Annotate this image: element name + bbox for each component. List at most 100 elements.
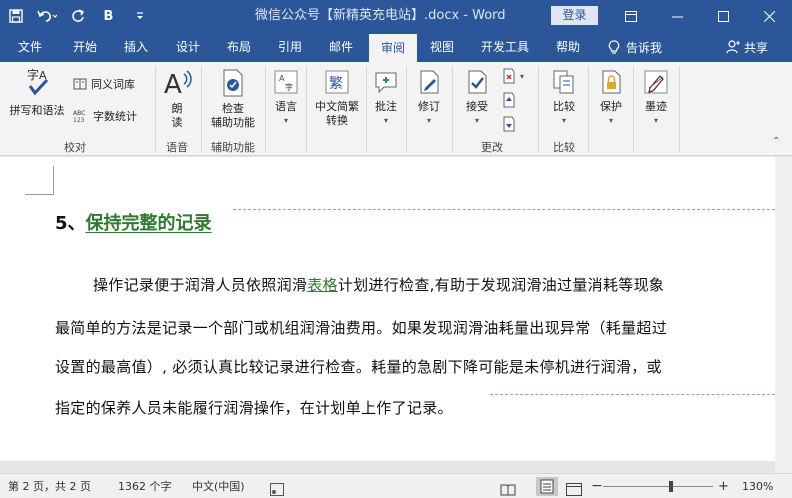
language-status[interactable]: 中文(中国): [192, 474, 245, 498]
comments-label: 批注: [375, 100, 397, 113]
accept-button[interactable]: 接受 ▾: [458, 68, 496, 128]
tab-review[interactable]: 审阅: [369, 34, 417, 62]
maximize-icon[interactable]: [700, 0, 746, 32]
read-aloud-label-1: 朗: [171, 102, 183, 115]
previous-change-button[interactable]: [502, 92, 516, 108]
save-icon[interactable]: [0, 0, 31, 32]
customize-qat-icon[interactable]: [124, 0, 155, 32]
group-separator: [201, 66, 202, 152]
group-separator: [265, 66, 266, 152]
read-mode-icon[interactable]: [500, 480, 516, 496]
tell-me-label: 告诉我: [626, 40, 663, 55]
revision-dotted-line: [233, 209, 775, 210]
chinese-conversion-button[interactable]: 繁 中文简繁 转换: [309, 68, 365, 128]
macro-record-icon[interactable]: [270, 480, 284, 496]
protect-button[interactable]: 保护 ▾: [592, 68, 630, 128]
comment-icon: [375, 72, 397, 94]
lightbulb-icon: [608, 39, 620, 54]
protect-label: 保护: [600, 100, 622, 113]
zoom-in-button[interactable]: +: [718, 474, 729, 498]
tab-mailings[interactable]: 邮件: [329, 32, 353, 62]
tab-insert[interactable]: 插入: [124, 32, 148, 62]
word-count-status[interactable]: 1362 个字: [118, 474, 172, 498]
next-change-button[interactable]: [502, 116, 516, 132]
table-link-word[interactable]: 表格: [307, 276, 338, 294]
language-button[interactable]: A字 语言 ▾: [270, 68, 302, 128]
status-bar: 第 2 页，共 2 页 1362 个字 中文(中国) − + 130%: [0, 473, 792, 498]
undo-icon[interactable]: [31, 0, 62, 32]
tab-view[interactable]: 视图: [430, 32, 454, 62]
login-button[interactable]: 登录: [551, 6, 598, 25]
zoom-slider-thumb[interactable]: [669, 481, 673, 492]
ink-label: 墨迹: [645, 100, 667, 113]
group-label-compare: 比较: [553, 141, 575, 154]
word-count-button[interactable]: ABC 123 字数统计: [73, 108, 137, 124]
tell-me-box[interactable]: 告诉我: [608, 32, 662, 62]
check-accessibility-button[interactable]: 检查 辅助功能: [205, 68, 261, 130]
comments-dropdown-caret: ▾: [383, 116, 388, 125]
zoom-out-button[interactable]: −: [591, 474, 603, 498]
document-title: 微信公众号【新精英充电站】.docx - Word: [255, 8, 506, 23]
document-page[interactable]: 5、保持完整的记录 操作记录便于润滑人员依照润滑表格计划进行检查,有助于发现润滑…: [0, 157, 775, 461]
ink-dropdown-caret: ▾: [653, 116, 658, 125]
tab-references[interactable]: 引用: [278, 32, 302, 62]
compare-label: 比较: [553, 100, 575, 113]
group-label-changes: 更改: [481, 141, 503, 154]
line1-after: 计划进行检查,有助于发现润滑油过量消耗等现象: [337, 276, 665, 294]
ribbon-display-options-icon[interactable]: [608, 0, 654, 32]
minimize-icon[interactable]: [654, 0, 700, 32]
group-separator: [306, 66, 307, 152]
tab-developer[interactable]: 开发工具: [481, 32, 529, 62]
svg-text:繁: 繁: [329, 76, 343, 92]
spelling-grammar-button[interactable]: 字A 拼写和语法: [6, 66, 68, 118]
tab-help[interactable]: 帮助: [556, 32, 580, 62]
reject-button[interactable]: ▾: [502, 68, 524, 84]
compare-button[interactable]: 比较 ▾: [545, 68, 583, 128]
title-bar: B 微信公众号【新精英充电站】.docx - Word 登录: [0, 0, 792, 32]
spelling-grammar-label: 拼写和语法: [9, 104, 65, 117]
previous-change-icon: [503, 92, 515, 108]
word-count-icon: ABC123: [73, 110, 85, 123]
share-label: 共享: [744, 40, 769, 55]
zoom-slider-track[interactable]: [603, 486, 713, 487]
chinese-conversion-icon: 繁: [325, 70, 349, 94]
spell-check-icon: 字A: [27, 67, 49, 96]
web-layout-icon[interactable]: [566, 480, 582, 496]
track-changes-label: 修订: [418, 100, 440, 113]
group-separator: [406, 66, 407, 152]
tab-layout[interactable]: 布局: [227, 32, 251, 62]
check-accessibility-label-1: 检查: [222, 102, 244, 115]
share-button[interactable]: 共享: [726, 32, 768, 62]
paragraph-line-2: 最简单的方法是记录一个部门或机组润滑油费用。如果发现润滑油耗量出现异常（耗量超过: [55, 319, 668, 337]
thesaurus-button[interactable]: 同义词库: [73, 76, 135, 92]
vertical-scrollbar[interactable]: [775, 157, 792, 473]
ink-button[interactable]: 墨迹 ▾: [637, 68, 675, 128]
accept-label: 接受: [466, 100, 488, 113]
track-changes-button[interactable]: 修订 ▾: [410, 68, 448, 128]
language-icon: A字: [274, 70, 298, 94]
heading-number: 5、: [55, 213, 86, 234]
ribbon-review: 字A 拼写和语法 同义词库 ABC 123 字数统计 校对 A 朗 读 语音 检查…: [0, 62, 792, 156]
track-changes-icon: [420, 70, 439, 94]
tab-home[interactable]: 开始: [73, 32, 97, 62]
protect-dropdown-caret: ▾: [608, 116, 613, 125]
zoom-level[interactable]: 130%: [742, 474, 773, 498]
page-count-status[interactable]: 第 2 页，共 2 页: [8, 474, 91, 498]
group-label-speech: 语音: [166, 141, 188, 154]
accessibility-check-icon: [223, 69, 243, 97]
heading-text: 保持完整的记录: [85, 213, 212, 234]
redo-icon[interactable]: [62, 0, 93, 32]
read-aloud-button[interactable]: A 朗 读: [160, 68, 194, 130]
print-layout-icon[interactable]: [536, 477, 558, 496]
close-icon[interactable]: [746, 0, 792, 32]
read-aloud-icon: A: [164, 70, 192, 98]
tab-design[interactable]: 设计: [176, 32, 200, 62]
collapse-ribbon-button[interactable]: ⌃: [772, 136, 780, 147]
tab-file[interactable]: 文件: [18, 32, 42, 62]
person-icon: [726, 40, 740, 54]
group-separator: [155, 66, 156, 152]
comments-button[interactable]: 批注 ▾: [369, 68, 403, 128]
bold-button[interactable]: B: [93, 0, 124, 32]
group-label-accessibility: 辅助功能: [211, 141, 255, 154]
chinese-conversion-label-1: 中文简繁: [315, 100, 359, 113]
